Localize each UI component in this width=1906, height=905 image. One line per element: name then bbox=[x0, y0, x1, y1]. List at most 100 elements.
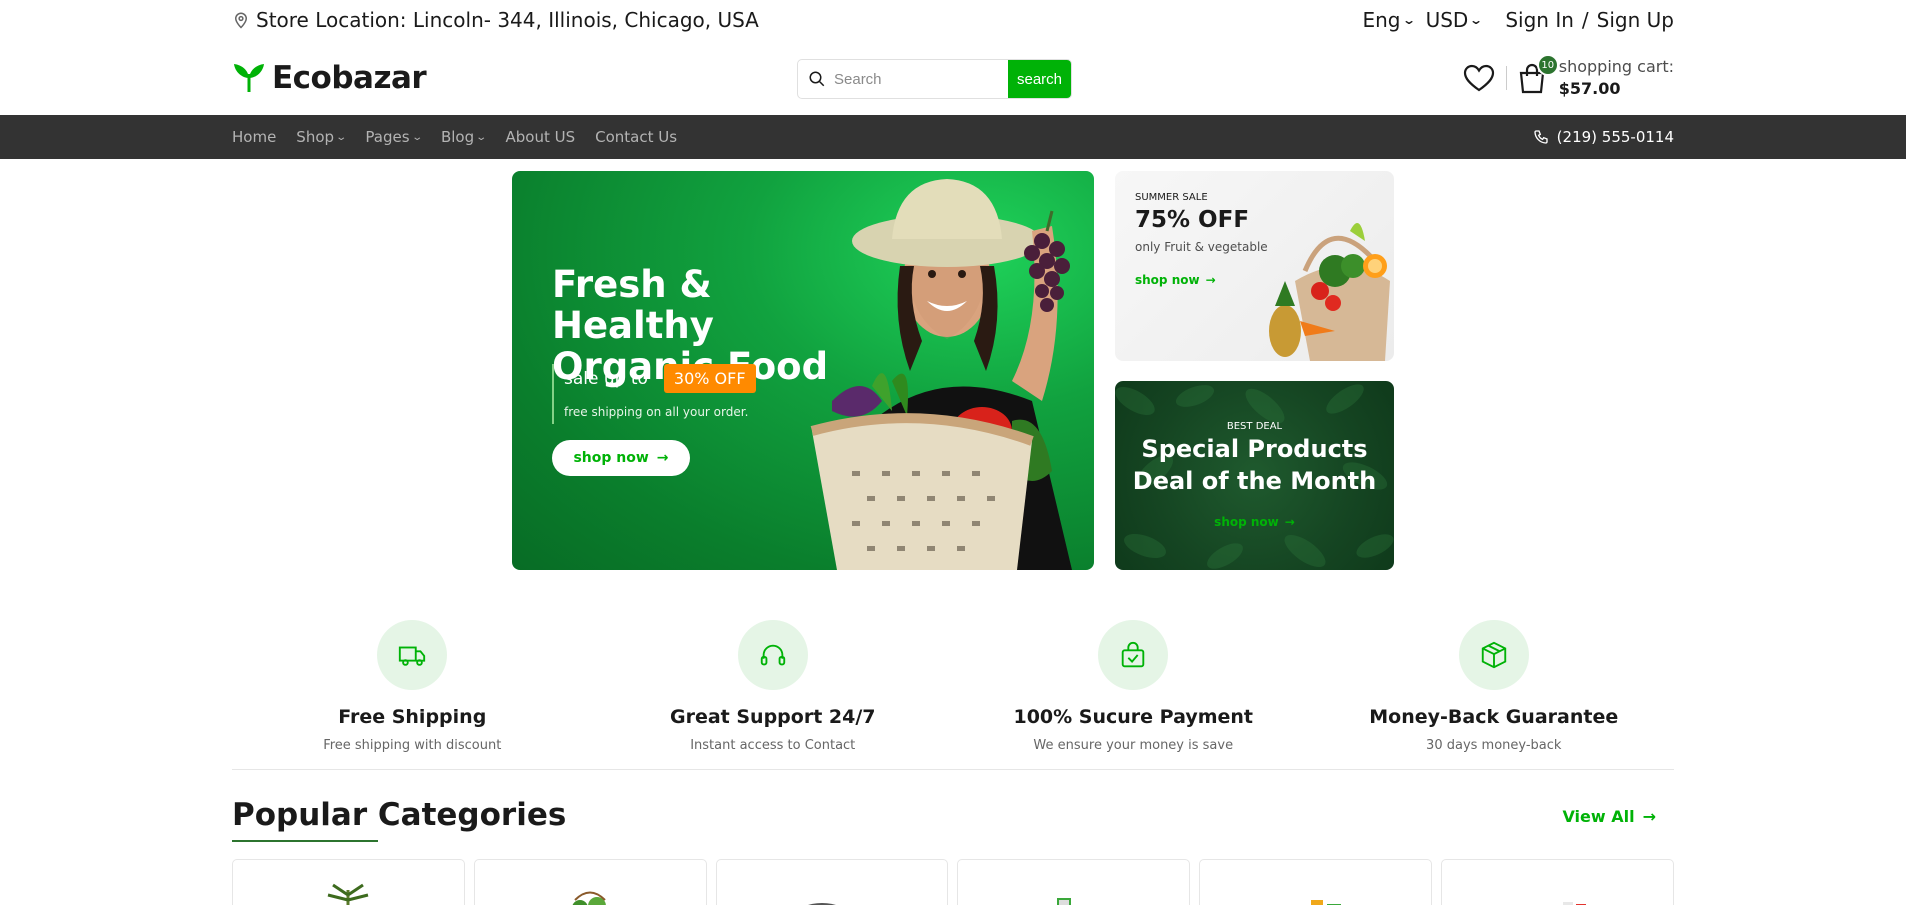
beauty-health-image bbox=[1562, 902, 1586, 905]
summer-sale-shop-now[interactable]: shop now → bbox=[1135, 273, 1216, 287]
cart-label: shopping cart: bbox=[1558, 57, 1674, 76]
hero-shop-now-button[interactable]: shop now → bbox=[552, 440, 690, 476]
best-deal-banner[interactable]: BEST DEAL Special Products Deal of the M… bbox=[1115, 381, 1394, 570]
hero-shipping-note: free shipping on all your order. bbox=[564, 405, 749, 419]
nav-item-blog[interactable]: Blog ⌄ bbox=[440, 128, 487, 146]
feature-secure-payment: 100% Sucure Payment We ensure your money… bbox=[953, 618, 1314, 769]
cart-button[interactable]: 10 bbox=[1517, 54, 1559, 94]
snacks-image bbox=[1056, 898, 1071, 905]
nav-item-label: Blog bbox=[440, 128, 475, 146]
feature-free-shipping: Free Shipping Free shipping with discoun… bbox=[232, 618, 593, 769]
cart-count-badge: 10 bbox=[1536, 54, 1559, 76]
meat-fish-image bbox=[808, 903, 836, 905]
vegetable-basket-image bbox=[572, 891, 607, 905]
nav-item-label: Shop bbox=[296, 128, 335, 146]
feature-icon-wrap bbox=[377, 620, 448, 690]
nav-item-label: Home bbox=[232, 128, 277, 146]
nav-links: Home Shop ⌄ Pages ⌄ Blog ⌄ About US Contact… bbox=[232, 115, 677, 159]
plant-image bbox=[328, 883, 369, 905]
logo-text: Ecobazar bbox=[272, 60, 427, 96]
arrow-right-icon: → bbox=[1642, 807, 1656, 826]
best-deal-cta-label: shop now bbox=[1214, 515, 1279, 529]
feature-support: Great Support 24/7 Instant access to Con… bbox=[593, 618, 954, 769]
language-value: Eng bbox=[1362, 8, 1401, 32]
section-title-underline bbox=[232, 840, 378, 842]
phone-icon bbox=[1534, 130, 1548, 144]
phone-contact[interactable]: (219) 555-0114 bbox=[1533, 115, 1674, 159]
feature-title: 100% Sucure Payment bbox=[1013, 706, 1253, 728]
category-card[interactable] bbox=[957, 859, 1191, 905]
view-all-label: View All bbox=[1562, 807, 1635, 826]
features-row: Free Shipping Free shipping with discoun… bbox=[232, 618, 1674, 770]
arrow-right-icon: → bbox=[1284, 515, 1295, 529]
auth-separator: / bbox=[1581, 8, 1589, 32]
sign-up-link[interactable]: Sign Up bbox=[1597, 8, 1674, 32]
leaf-logo-icon bbox=[234, 64, 264, 92]
hero-sale-info: sale up to 30% OFF free shipping on all … bbox=[552, 364, 756, 424]
search-bar: search bbox=[797, 59, 1072, 99]
nav-item-about[interactable]: About US bbox=[506, 128, 576, 146]
cart-area: 10 shopping cart: $57.00 bbox=[1462, 54, 1674, 100]
summer-sale-headline: 75% OFF bbox=[1135, 207, 1250, 233]
feature-subtitle: Free shipping with discount bbox=[323, 738, 502, 753]
feature-subtitle: We ensure your money is save bbox=[1033, 738, 1234, 753]
chevron-down-icon: ⌄ bbox=[1401, 13, 1416, 27]
store-location-text: Store Location: Lincoln- 344, Illinois, … bbox=[256, 8, 759, 32]
best-deal-headline: Special Products Deal of the Month bbox=[1132, 435, 1377, 495]
feature-title: Free Shipping bbox=[338, 706, 487, 728]
view-all-link[interactable]: View All → bbox=[1562, 807, 1656, 826]
headphones-icon bbox=[760, 644, 785, 666]
header: Ecobazar search 10 shopping cart: $57.00 bbox=[0, 44, 1906, 114]
grocery-bag-illustration bbox=[1269, 223, 1390, 361]
category-card[interactable] bbox=[1199, 859, 1433, 905]
cart-summary: shopping cart: $57.00 bbox=[1559, 56, 1674, 100]
map-pin-icon bbox=[234, 12, 248, 29]
feature-icon-wrap bbox=[1458, 620, 1529, 690]
category-card[interactable] bbox=[1441, 859, 1674, 905]
top-right-controls: Eng ⌄ USD ⌄ Sign In / Sign Up bbox=[1362, 8, 1674, 32]
feature-subtitle: 30 days money-back bbox=[1426, 738, 1562, 753]
hero-sale-badge: 30% OFF bbox=[663, 364, 756, 393]
currency-value: USD bbox=[1425, 8, 1469, 32]
hero-cta-label: shop now bbox=[573, 450, 649, 466]
search-icon bbox=[809, 71, 825, 87]
summer-sale-tag: SUMMER SALE bbox=[1135, 192, 1208, 203]
phone-number: (219) 555-0114 bbox=[1556, 128, 1674, 146]
hero-banner: Fresh & Healthy Organic Food sale up to … bbox=[512, 171, 1094, 570]
store-location: Store Location: Lincoln- 344, Illinois, … bbox=[232, 8, 759, 32]
nav-item-home[interactable]: Home bbox=[232, 128, 276, 146]
nav-item-label: Contact Us bbox=[595, 128, 678, 146]
nav-item-shop[interactable]: Shop ⌄ bbox=[296, 128, 347, 146]
nav-item-contact[interactable]: Contact Us bbox=[595, 128, 677, 146]
best-deal-shop-now[interactable]: shop now → bbox=[1115, 515, 1394, 529]
sign-in-link[interactable]: Sign In bbox=[1505, 8, 1574, 32]
category-card[interactable] bbox=[473, 859, 707, 905]
cart-total: $57.00 bbox=[1558, 79, 1621, 98]
chevron-down-icon: ⌄ bbox=[410, 131, 423, 143]
logo[interactable]: Ecobazar bbox=[232, 60, 427, 96]
currency-select[interactable]: USD ⌄ bbox=[1425, 8, 1484, 32]
nav-item-pages[interactable]: Pages ⌄ bbox=[365, 128, 423, 146]
summer-sale-cta-label: shop now bbox=[1135, 273, 1200, 287]
language-select[interactable]: Eng ⌄ bbox=[1362, 8, 1416, 32]
summer-sale-banner[interactable]: SUMMER SALE 75% OFF only Fruit & vegetab… bbox=[1115, 171, 1394, 361]
nav-item-label: Pages bbox=[365, 128, 410, 146]
package-icon bbox=[1481, 641, 1506, 669]
category-card[interactable] bbox=[715, 859, 949, 905]
feature-icon-wrap bbox=[737, 620, 808, 690]
feature-title: Great Support 24/7 bbox=[669, 706, 876, 728]
search-input[interactable] bbox=[834, 70, 984, 88]
summer-sale-subtitle: only Fruit & vegetable bbox=[1135, 240, 1268, 254]
chevron-down-icon: ⌄ bbox=[1469, 13, 1484, 27]
wishlist-heart-icon[interactable] bbox=[1462, 63, 1496, 93]
truck-icon bbox=[399, 646, 426, 666]
category-card[interactable] bbox=[232, 859, 465, 905]
search-button[interactable]: search bbox=[1008, 60, 1071, 98]
best-deal-tag: BEST DEAL bbox=[1226, 421, 1283, 432]
section-title: Popular Categories bbox=[232, 797, 567, 833]
feature-icon-wrap bbox=[1098, 620, 1169, 690]
search-field-wrap bbox=[798, 60, 1008, 98]
arrow-right-icon: → bbox=[656, 450, 669, 466]
category-cards bbox=[232, 859, 1674, 905]
top-bar: Store Location: Lincoln- 344, Illinois, … bbox=[0, 0, 1906, 44]
